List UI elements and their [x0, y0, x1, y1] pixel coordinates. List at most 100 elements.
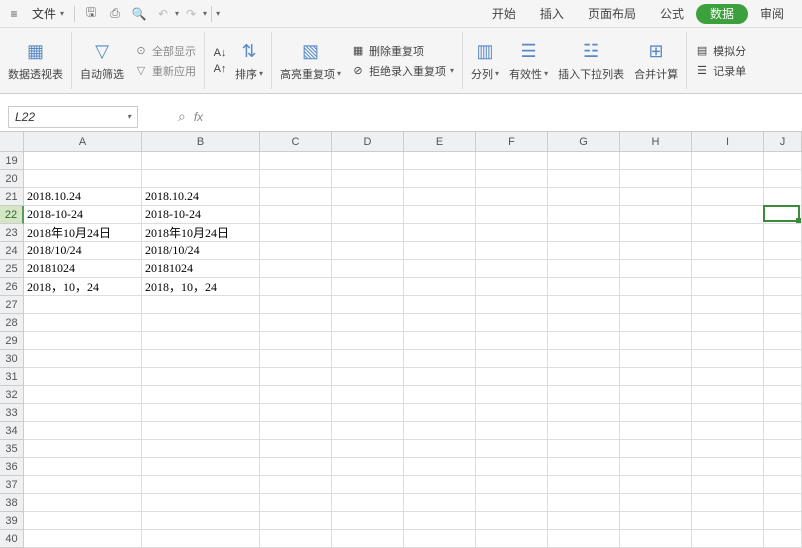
- cell[interactable]: [764, 152, 802, 170]
- cell[interactable]: [476, 296, 548, 314]
- cell[interactable]: [332, 296, 404, 314]
- sort-asc-button[interactable]: A↓: [213, 47, 227, 59]
- cell[interactable]: [142, 512, 260, 530]
- cell[interactable]: [404, 332, 476, 350]
- column-header[interactable]: C: [260, 132, 332, 152]
- cell[interactable]: [404, 404, 476, 422]
- cell[interactable]: 20181024: [142, 260, 260, 278]
- cell[interactable]: [332, 278, 404, 296]
- qat-customize-icon[interactable]: ▾: [216, 9, 220, 18]
- tab-review[interactable]: 审阅: [748, 0, 796, 27]
- cell[interactable]: [764, 440, 802, 458]
- cell[interactable]: [548, 422, 620, 440]
- cell[interactable]: [764, 314, 802, 332]
- column-header[interactable]: D: [332, 132, 404, 152]
- cell[interactable]: 2018年10月24日: [24, 224, 142, 242]
- cell[interactable]: [142, 440, 260, 458]
- cell[interactable]: [548, 260, 620, 278]
- cell[interactable]: [260, 296, 332, 314]
- cell[interactable]: [332, 404, 404, 422]
- cell[interactable]: [404, 440, 476, 458]
- cell[interactable]: [620, 404, 692, 422]
- cell[interactable]: [476, 422, 548, 440]
- cell[interactable]: [260, 476, 332, 494]
- cell[interactable]: [692, 404, 764, 422]
- cell[interactable]: [620, 260, 692, 278]
- cell[interactable]: [332, 458, 404, 476]
- row-header[interactable]: 19: [0, 152, 24, 170]
- row-header[interactable]: 40: [0, 530, 24, 548]
- cell[interactable]: [764, 368, 802, 386]
- cell[interactable]: [548, 386, 620, 404]
- tab-formula[interactable]: 公式: [648, 0, 696, 27]
- record-form-button[interactable]: ☰记录单: [695, 63, 746, 79]
- cell[interactable]: [476, 170, 548, 188]
- cell[interactable]: [260, 152, 332, 170]
- tab-insert[interactable]: 插入: [528, 0, 576, 27]
- row-header[interactable]: 21: [0, 188, 24, 206]
- cell[interactable]: [142, 530, 260, 548]
- cell[interactable]: [620, 368, 692, 386]
- redo-dropdown-icon[interactable]: ▾: [203, 9, 207, 18]
- cell[interactable]: [548, 476, 620, 494]
- cell[interactable]: [764, 422, 802, 440]
- cell[interactable]: [548, 512, 620, 530]
- remove-duplicates-button[interactable]: ▦删除重复项: [351, 43, 454, 59]
- cell[interactable]: [332, 332, 404, 350]
- save-icon[interactable]: 🖫: [81, 4, 101, 24]
- cell[interactable]: [142, 314, 260, 332]
- cell[interactable]: [764, 512, 802, 530]
- cell[interactable]: [260, 404, 332, 422]
- cell[interactable]: [260, 170, 332, 188]
- cell[interactable]: [476, 188, 548, 206]
- cell[interactable]: [476, 512, 548, 530]
- column-header[interactable]: J: [764, 132, 802, 152]
- cell[interactable]: [764, 386, 802, 404]
- cell[interactable]: [142, 404, 260, 422]
- cell[interactable]: [620, 530, 692, 548]
- cell[interactable]: [548, 332, 620, 350]
- cell[interactable]: [404, 494, 476, 512]
- autofilter-button[interactable]: ▽ 自动筛选: [80, 40, 124, 82]
- cell[interactable]: [548, 368, 620, 386]
- cell[interactable]: [142, 476, 260, 494]
- cell[interactable]: [692, 260, 764, 278]
- cell[interactable]: [764, 332, 802, 350]
- cell[interactable]: [332, 170, 404, 188]
- insert-dropdown-button[interactable]: ☳ 插入下拉列表: [558, 40, 624, 82]
- cell[interactable]: [620, 206, 692, 224]
- cell[interactable]: [692, 278, 764, 296]
- cell[interactable]: [260, 332, 332, 350]
- column-header[interactable]: G: [548, 132, 620, 152]
- cell[interactable]: [548, 350, 620, 368]
- row-header[interactable]: 32: [0, 386, 24, 404]
- row-header[interactable]: 27: [0, 296, 24, 314]
- cell[interactable]: [142, 422, 260, 440]
- cell[interactable]: [404, 476, 476, 494]
- file-menu[interactable]: 文件 ▾: [26, 5, 70, 22]
- cell[interactable]: [764, 458, 802, 476]
- fx-icon[interactable]: fx: [194, 110, 203, 124]
- cell[interactable]: [332, 206, 404, 224]
- cell[interactable]: [404, 314, 476, 332]
- cell[interactable]: [620, 224, 692, 242]
- cell[interactable]: 2018年10月24日: [142, 224, 260, 242]
- cell[interactable]: [476, 260, 548, 278]
- cell[interactable]: [24, 296, 142, 314]
- print-preview-icon[interactable]: 🔍: [129, 4, 149, 24]
- cell[interactable]: [476, 404, 548, 422]
- cell[interactable]: [620, 242, 692, 260]
- cell[interactable]: [692, 332, 764, 350]
- cell[interactable]: [620, 512, 692, 530]
- select-all-corner[interactable]: [0, 132, 24, 152]
- cell[interactable]: 2018-10-24: [24, 206, 142, 224]
- cell[interactable]: [764, 530, 802, 548]
- sort-button[interactable]: ⇅ 排序▾: [235, 40, 263, 82]
- cell[interactable]: [404, 350, 476, 368]
- cell[interactable]: [548, 206, 620, 224]
- row-header[interactable]: 28: [0, 314, 24, 332]
- cell[interactable]: [24, 368, 142, 386]
- cell[interactable]: [142, 368, 260, 386]
- cell[interactable]: [548, 404, 620, 422]
- row-header[interactable]: 23: [0, 224, 24, 242]
